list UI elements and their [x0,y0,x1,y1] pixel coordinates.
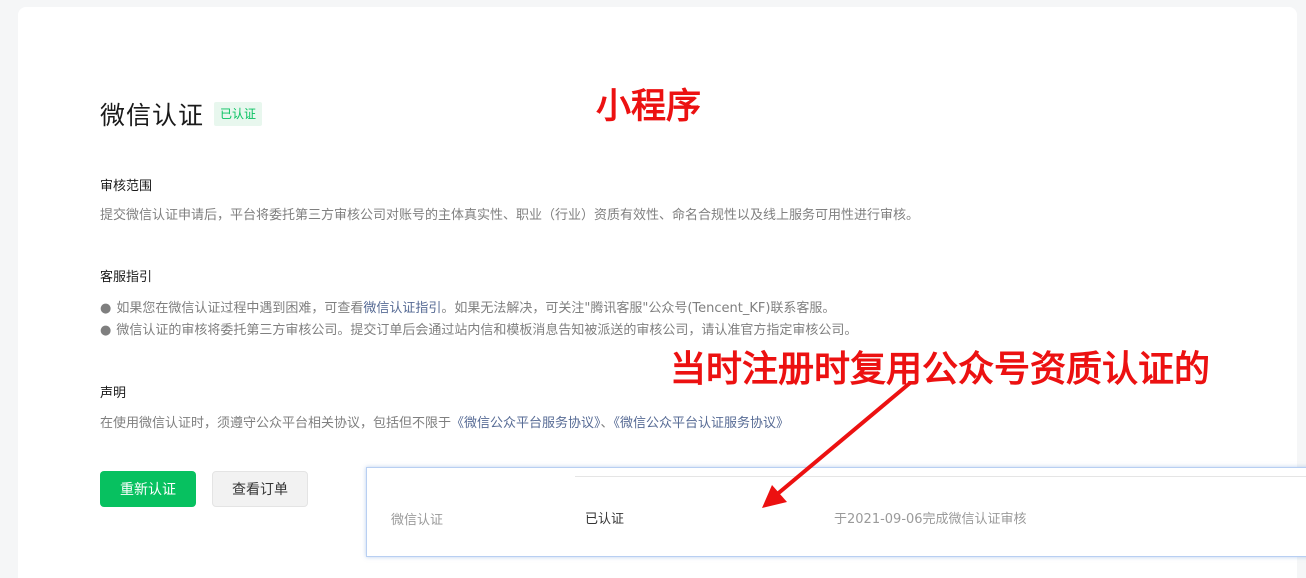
annotation-arrow-icon [762,381,912,508]
